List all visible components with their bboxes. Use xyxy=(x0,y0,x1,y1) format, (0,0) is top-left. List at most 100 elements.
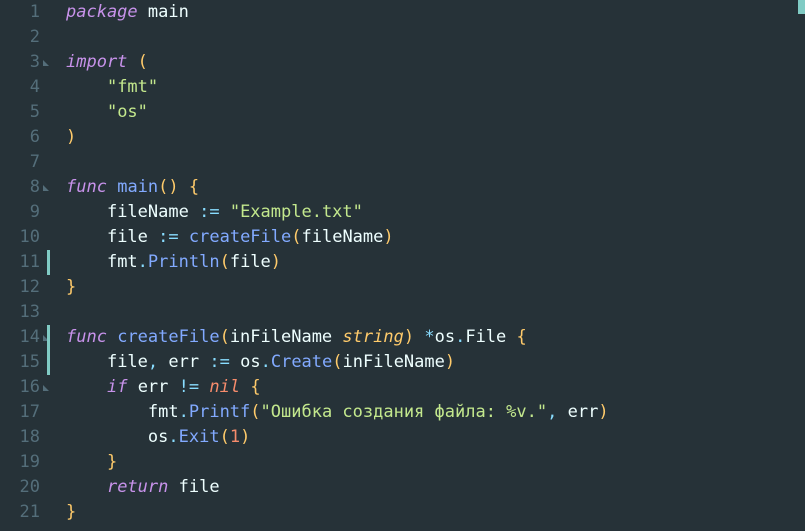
code-line[interactable] xyxy=(66,150,805,175)
token-ident: fileName xyxy=(107,202,189,222)
fold-icon[interactable] xyxy=(41,175,50,200)
line-number: 18 xyxy=(0,425,50,450)
token-paren: ) xyxy=(383,227,393,247)
token-paren: ) xyxy=(598,402,608,422)
token-ident: file xyxy=(230,252,271,272)
code-line[interactable]: } xyxy=(66,275,805,300)
line-number: 4 xyxy=(0,75,50,100)
token-str: "os" xyxy=(107,102,148,122)
token-kw: func xyxy=(66,177,107,197)
token-paren: ( xyxy=(332,352,342,372)
token-punc: . xyxy=(138,252,148,272)
token-call: Println xyxy=(148,252,220,272)
code-line[interactable] xyxy=(66,300,805,325)
token-paren: ( xyxy=(138,52,148,72)
token-str: "Example.txt" xyxy=(230,202,363,222)
token-call: createFile xyxy=(189,227,291,247)
line-number: 21 xyxy=(0,500,50,525)
token-kw: func xyxy=(66,327,107,347)
token-ident: os xyxy=(240,352,260,372)
code-line[interactable]: "os" xyxy=(66,100,805,125)
code-editor[interactable]: 123456789101112131415161718192021 packag… xyxy=(0,0,805,531)
change-bar xyxy=(47,250,50,275)
token-ident: File xyxy=(465,327,506,347)
token-brace: } xyxy=(66,277,76,297)
token-call: Printf xyxy=(189,402,250,422)
code-line[interactable]: fmt.Println(file) xyxy=(66,250,805,275)
code-area[interactable]: package main import ( "fmt" "os") func mai… xyxy=(56,0,805,531)
token-ident: err xyxy=(138,377,169,397)
line-number: 11 xyxy=(0,250,50,275)
token-brace: } xyxy=(66,502,76,522)
line-number: 15 xyxy=(0,350,50,375)
code-line[interactable]: } xyxy=(66,450,805,475)
code-line[interactable]: file, err := os.Create(inFileName) xyxy=(66,350,805,375)
token-pkg: main xyxy=(148,2,189,22)
change-bar xyxy=(47,325,50,350)
line-number: 20 xyxy=(0,475,50,500)
token-punc: . xyxy=(179,402,189,422)
token-op: := xyxy=(199,202,219,222)
token-kw: if xyxy=(107,377,127,397)
token-paren: ) xyxy=(240,427,250,447)
code-line[interactable]: } xyxy=(66,500,805,525)
token-kw: package xyxy=(66,2,138,22)
line-number: 12 xyxy=(0,275,50,300)
scroll-indicator xyxy=(798,0,805,14)
code-line[interactable]: file := createFile(fileName) xyxy=(66,225,805,250)
token-fn: main xyxy=(117,177,158,197)
token-ident: err xyxy=(568,402,599,422)
code-line[interactable]: if err != nil { xyxy=(66,375,805,400)
token-ident: file xyxy=(107,227,148,247)
code-line[interactable]: import ( xyxy=(66,50,805,75)
token-paren: ) xyxy=(445,352,455,372)
code-line[interactable]: ) xyxy=(66,125,805,150)
code-line[interactable] xyxy=(66,25,805,50)
token-str: "fmt" xyxy=(107,77,158,97)
code-line[interactable]: package main xyxy=(66,0,805,25)
token-ident: inFileName xyxy=(343,352,445,372)
token-punc: . xyxy=(168,427,178,447)
token-brace: { xyxy=(250,377,260,397)
code-line[interactable]: func createFile(inFileName string) *os.F… xyxy=(66,325,805,350)
token-ident: file xyxy=(107,352,148,372)
token-type: string xyxy=(342,327,403,347)
token-op: := xyxy=(209,352,229,372)
line-number: 19 xyxy=(0,450,50,475)
line-number: 14 xyxy=(0,325,50,350)
token-punc: . xyxy=(455,327,465,347)
token-kw: import xyxy=(66,52,127,72)
code-line[interactable]: "fmt" xyxy=(66,75,805,100)
token-paren: ( xyxy=(250,402,260,422)
line-number: 9 xyxy=(0,200,50,225)
line-number-gutter: 123456789101112131415161718192021 xyxy=(0,0,56,531)
token-op: := xyxy=(158,227,178,247)
change-bar xyxy=(47,350,50,375)
token-paren: ( xyxy=(220,427,230,447)
fold-icon[interactable] xyxy=(41,375,50,400)
token-kw: return xyxy=(107,477,168,497)
token-paren: () xyxy=(158,177,178,197)
token-ident: os xyxy=(435,327,455,347)
token-ident: fmt xyxy=(107,252,138,272)
token-ident: err xyxy=(168,352,199,372)
token-ident: fileName xyxy=(302,227,384,247)
code-line[interactable]: func main() { xyxy=(66,175,805,200)
line-number: 6 xyxy=(0,125,50,150)
code-line[interactable]: return file xyxy=(66,475,805,500)
token-punc: , xyxy=(547,402,557,422)
token-paren: ) xyxy=(404,327,414,347)
token-paren: ) xyxy=(66,127,76,147)
code-line[interactable]: os.Exit(1) xyxy=(66,425,805,450)
token-paren: ) xyxy=(271,252,281,272)
token-punc: . xyxy=(261,352,271,372)
token-num: 1 xyxy=(230,427,240,447)
token-paren: ( xyxy=(220,252,230,272)
line-number: 10 xyxy=(0,225,50,250)
fold-icon[interactable] xyxy=(41,50,50,75)
code-line[interactable]: fmt.Printf("Ошибка создания файла: %v.",… xyxy=(66,400,805,425)
token-brace: { xyxy=(517,327,527,347)
token-call: Create xyxy=(271,352,332,372)
code-line[interactable]: fileName := "Example.txt" xyxy=(66,200,805,225)
line-number: 3 xyxy=(0,50,50,75)
